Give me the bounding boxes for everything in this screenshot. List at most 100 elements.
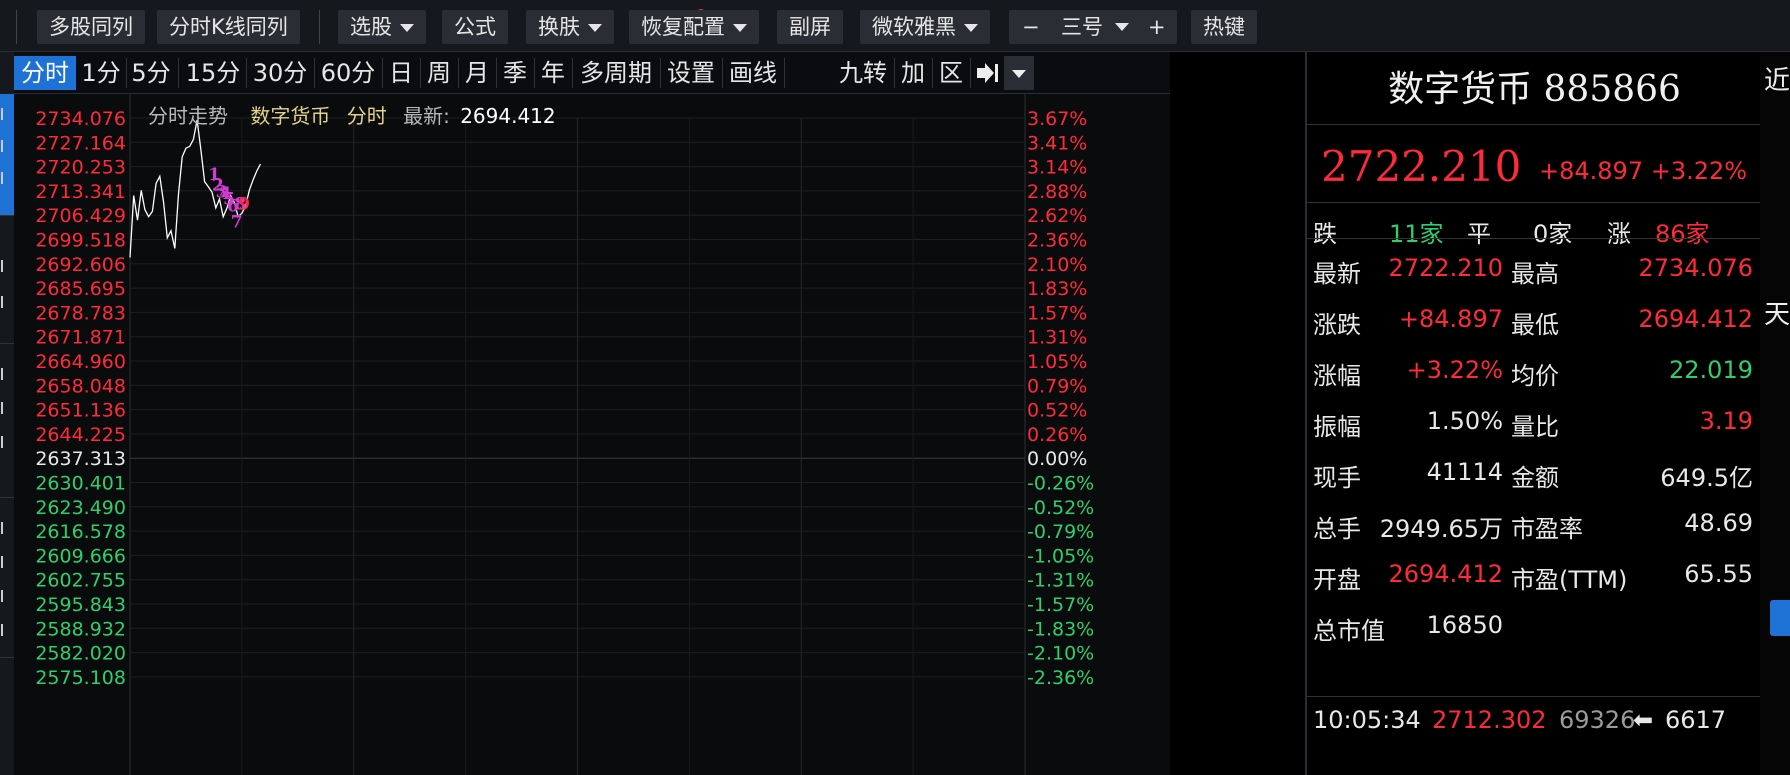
y-axis-tick-label: 2609.666 xyxy=(35,545,126,567)
divider xyxy=(1307,202,1762,203)
y-axis-tick-label: 2651.136 xyxy=(35,400,126,422)
chart-instrument-name: 数字货币 xyxy=(250,104,331,128)
tab-multi-period[interactable]: 多周期 xyxy=(574,56,658,90)
instrument-title: 数字货币 885866 xyxy=(1388,69,1681,110)
tab-draw-line[interactable]: 画线 xyxy=(724,56,782,90)
y-axis-tick-label: 2706.429 xyxy=(35,205,126,227)
tab-season[interactable]: 季 xyxy=(498,56,532,90)
right-side-panel: 近 天 xyxy=(1760,52,1790,775)
stat-label: 均价 xyxy=(1511,362,1559,390)
percent-tick-label: 3.14% xyxy=(1027,157,1087,179)
tab-divider xyxy=(894,58,895,88)
percent-tick-label: 2.10% xyxy=(1027,254,1087,276)
side-tab-glyph xyxy=(1,368,13,380)
stat-label: 涨幅 xyxy=(1313,362,1361,390)
percent-tick-label: 1.05% xyxy=(1027,351,1087,373)
stat-label: 最新 xyxy=(1313,260,1361,288)
stat-label: 最高 xyxy=(1511,260,1559,288)
increase-font-button[interactable]: + xyxy=(1148,10,1166,44)
skin-button[interactable]: 换肤 xyxy=(526,10,614,44)
tab-1min[interactable]: 1分 xyxy=(80,56,122,90)
hotkey-button[interactable]: 热键 xyxy=(1191,10,1257,44)
tab-60min[interactable]: 60分 xyxy=(316,56,380,90)
breadth-up-value: 86家 xyxy=(1655,220,1710,248)
top-toolbar: 多股同列 分时K线同列 选股 公式 换肤 恢复配置 副屏 微软雅黑 − 三号 +… xyxy=(0,0,1790,52)
change-percent: +3.22% xyxy=(1650,157,1748,185)
tab-divider xyxy=(784,58,785,88)
stat-value: 649.5亿 xyxy=(1660,464,1753,492)
decrease-font-button[interactable]: − xyxy=(1022,10,1040,44)
percent-tick-label: -1.05% xyxy=(1027,545,1094,567)
side-tab-glyph xyxy=(1,140,13,152)
y-axis-tick-label: 2637.313 xyxy=(35,448,126,470)
y-axis-tick-label: 2720.253 xyxy=(35,157,126,179)
percent-tick-label: 2.88% xyxy=(1027,181,1087,203)
percent-tick-label: 1.83% xyxy=(1027,278,1087,300)
timeshare-chart[interactable]: 2734.0762727.164 2720.2532713.3412706.429… xyxy=(14,94,1170,775)
tab-divider xyxy=(246,58,247,88)
restore-config-button[interactable]: 恢复配置 xyxy=(629,10,759,44)
side-tab-stock[interactable] xyxy=(0,344,14,498)
percent-tick-label: -0.79% xyxy=(1027,521,1094,543)
side-tab-glyph xyxy=(1,624,13,636)
tab-timeshare[interactable]: 分时 xyxy=(14,56,76,90)
percent-tick-label: -0.52% xyxy=(1027,497,1094,519)
stat-label: 现手 xyxy=(1313,464,1361,492)
tab-divider xyxy=(534,58,535,88)
percent-tick-label: 1.57% xyxy=(1027,302,1087,324)
tab-week[interactable]: 周 xyxy=(422,56,456,90)
stat-label: 总市值 xyxy=(1313,617,1385,645)
y-axis-tick-label: 2582.020 xyxy=(35,643,126,665)
font-family-select[interactable]: 微软雅黑 xyxy=(860,10,990,44)
collapse-panel-button[interactable] xyxy=(972,56,1002,90)
tick-time: 10:05:34 xyxy=(1313,706,1421,734)
percent-tick-label: 3.41% xyxy=(1027,132,1087,154)
tab-5min[interactable]: 5分 xyxy=(130,56,172,90)
sub-screen-button[interactable]: 副屏 xyxy=(777,10,843,44)
chevron-down-icon xyxy=(400,24,414,32)
side-tab-glyph xyxy=(1,436,13,448)
tab-divider xyxy=(178,58,179,88)
tab-divider xyxy=(458,58,459,88)
tk-same-column-button[interactable]: 分时K线同列 xyxy=(157,10,300,44)
side-tab-kline[interactable] xyxy=(0,216,14,344)
side-toggle-button[interactable] xyxy=(1770,600,1790,636)
tab-day[interactable]: 日 xyxy=(384,56,418,90)
font-size-label[interactable]: 三号 xyxy=(1061,10,1103,44)
stat-value: 1.50% xyxy=(1426,407,1503,435)
percent-tick-label: -0.26% xyxy=(1027,473,1094,495)
nine-turn-marker: 9 xyxy=(238,195,250,215)
tab-year[interactable]: 年 xyxy=(536,56,570,90)
formula-button[interactable]: 公式 xyxy=(442,10,508,44)
timeshare-chart-panel[interactable]: 2734.076 2727.164 2720.253 2713.341 2706.429… xyxy=(14,94,1170,775)
nine-turn-marker: 7 xyxy=(231,212,243,232)
tab-15min[interactable]: 15分 xyxy=(182,56,244,90)
tab-month[interactable]: 月 xyxy=(460,56,494,90)
restore-config-label: 恢复配置 xyxy=(641,15,725,39)
tab-nine-turn[interactable]: 九转 xyxy=(834,56,892,90)
tab-settings[interactable]: 设置 xyxy=(662,56,720,90)
arrow-right-bar-icon xyxy=(977,63,998,83)
tab-more-dropdown[interactable] xyxy=(1004,56,1034,90)
side-tab-glyph xyxy=(1,296,13,308)
tab-add[interactable]: 加 xyxy=(896,56,930,90)
side-tab-timeshare[interactable] xyxy=(0,94,14,216)
chevron-down-icon[interactable] xyxy=(1115,23,1129,31)
tab-divider xyxy=(126,58,127,88)
stat-value: +84.897 xyxy=(1398,305,1503,333)
side-tab-info[interactable] xyxy=(0,498,14,658)
pick-stock-button[interactable]: 选股 xyxy=(338,10,426,44)
chevron-down-icon xyxy=(964,24,978,32)
font-family-label: 微软雅黑 xyxy=(872,15,956,39)
percent-tick-label: 1.31% xyxy=(1027,327,1087,349)
side-tab-glyph xyxy=(1,556,13,568)
multi-stock-button[interactable]: 多股同列 xyxy=(37,10,145,44)
stat-value: 65.55 xyxy=(1684,560,1753,588)
side-tab-glyph xyxy=(1,108,13,120)
divider xyxy=(1307,124,1762,125)
toolbar-divider xyxy=(319,10,320,44)
tab-range[interactable]: 区 xyxy=(934,56,968,90)
left-side-tabs xyxy=(0,52,14,775)
tab-30min[interactable]: 30分 xyxy=(248,56,312,90)
percent-tick-label: -1.83% xyxy=(1027,618,1094,640)
